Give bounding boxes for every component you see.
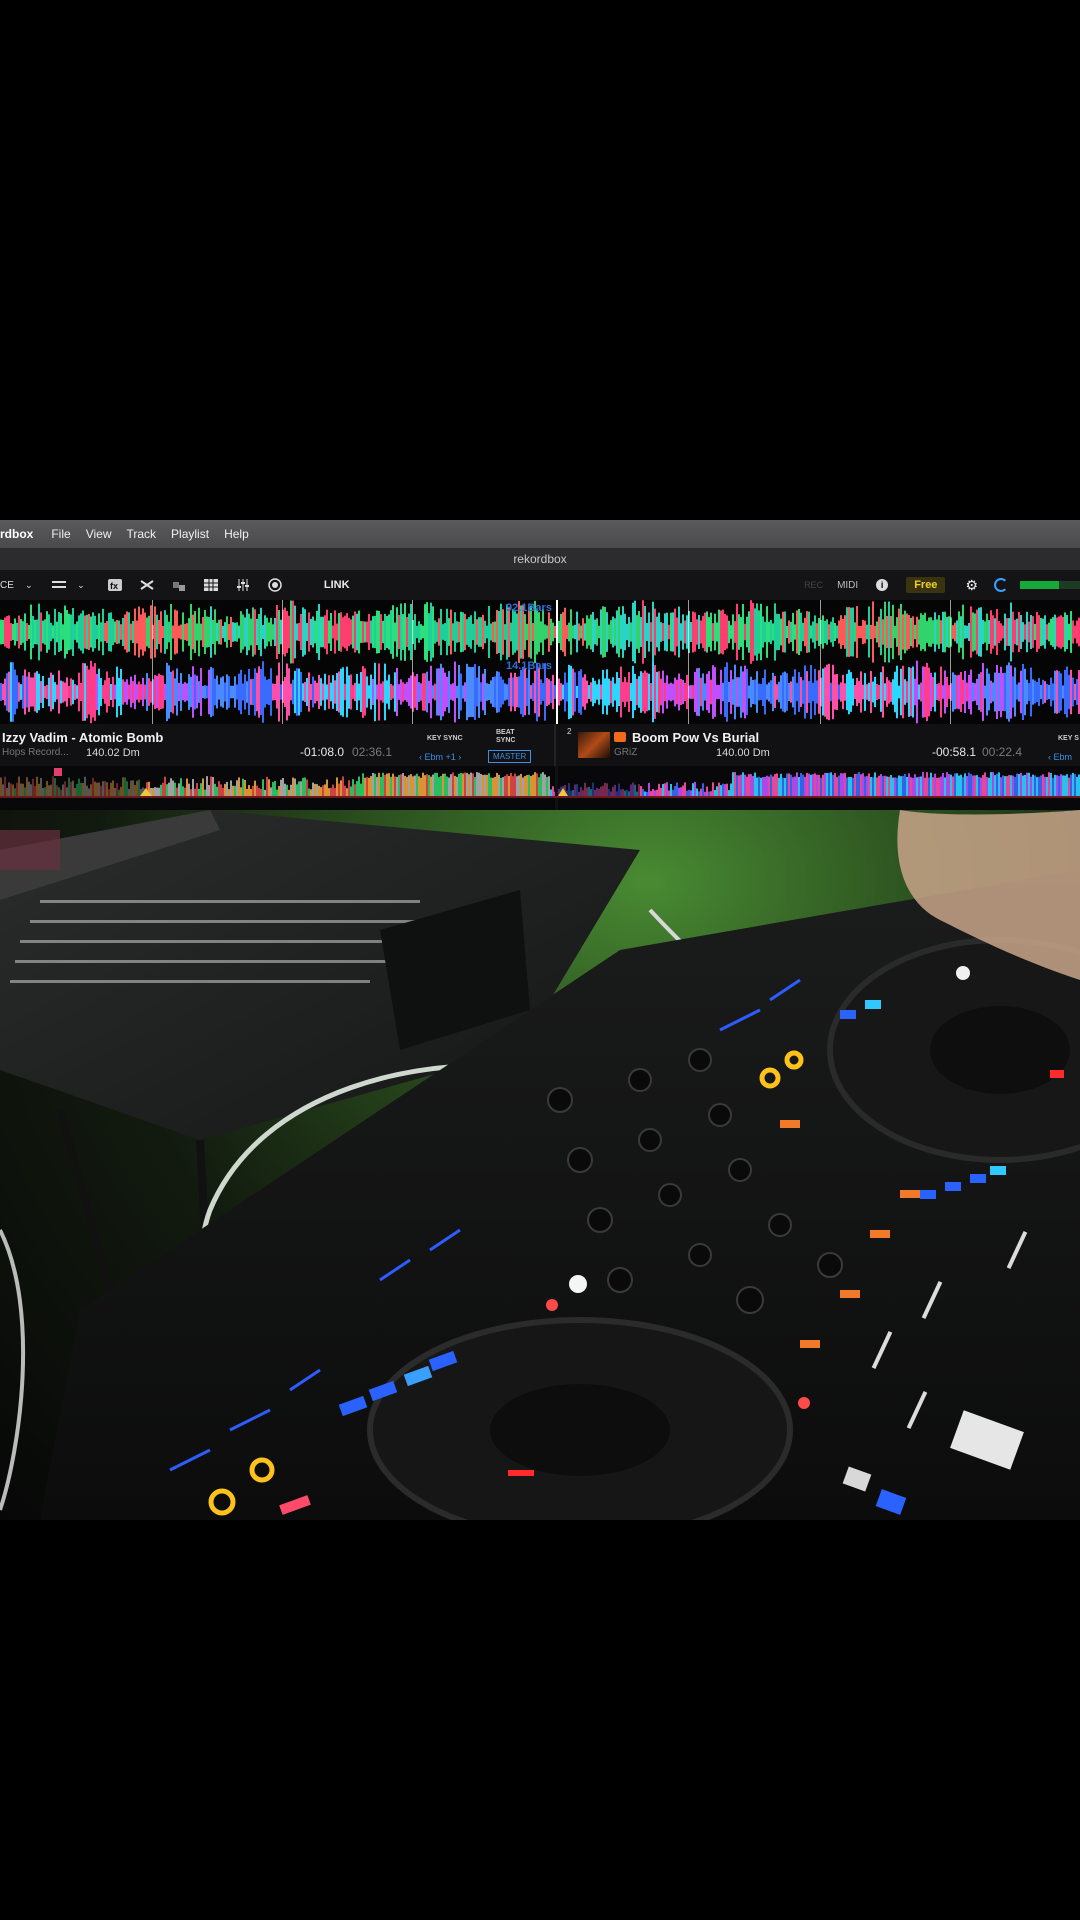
free-plan-badge[interactable]: Free <box>906 577 946 593</box>
deck2-time-elapsed: 00:22.4 <box>982 745 1023 759</box>
dj-setup-illustration <box>0 810 1080 1520</box>
deck2-key-sync-button[interactable]: KEY S <box>1058 735 1079 743</box>
deck1-master-button[interactable]: MASTER <box>488 750 532 763</box>
deck1-bpm-key: 140.02 Dm <box>86 747 140 759</box>
midi-button[interactable]: MIDI <box>837 580 858 591</box>
deck1-key-shift[interactable]: ‹ Ebm +1 › <box>419 752 461 762</box>
sync-spinner-icon <box>994 578 1008 592</box>
level-meter-icon <box>1020 581 1080 589</box>
track-overview[interactable] <box>0 766 1080 810</box>
deck2-bpm-key: 140.00 Dm <box>716 747 770 759</box>
deck2-artwork <box>578 732 610 758</box>
menu-file[interactable]: File <box>51 527 70 541</box>
info-icon[interactable]: i <box>876 579 889 591</box>
shuffle-icon[interactable] <box>138 576 156 594</box>
menu-view[interactable]: View <box>86 527 112 541</box>
record-icon[interactable] <box>266 576 284 594</box>
dj-setup-photo <box>0 810 1080 1520</box>
chevron-down-icon[interactable]: ⌄ <box>72 576 90 594</box>
menu-track[interactable]: Track <box>126 527 156 541</box>
deck2-title: Boom Pow Vs Burial <box>632 730 760 745</box>
deck1-label: Hops Record... <box>2 747 69 758</box>
deck1-time-elapsed: 02:36.1 <box>352 745 393 759</box>
link-button[interactable]: LINK <box>324 579 350 591</box>
deck2-artist: GRiZ <box>614 747 638 758</box>
toolbar: CE ⌄ ⌄ fx LINK REC MIDI i Free ⚙ <box>0 570 1080 600</box>
deck-info-bar: Izzy Vadim - Atomic Bomb Hops Record... … <box>0 724 1080 766</box>
deck1-title: Izzy Vadim - Atomic Bomb <box>2 730 164 745</box>
soundcloud-icon <box>614 732 626 742</box>
layout-icon[interactable] <box>50 576 68 594</box>
video-frame: rdbox File View Track Playlist Help reko… <box>0 0 1080 1920</box>
deck2-key-shift[interactable]: ‹ Ebm <box>1048 752 1072 762</box>
gear-icon[interactable]: ⚙ <box>965 577 978 594</box>
deck1-time-remaining: -01:08.0 <box>300 745 345 759</box>
deck2-info: 2 Boom Pow Vs Burial GRiZ 140.00 Dm -00:… <box>558 724 1080 766</box>
rekordbox-window: rdbox File View Track Playlist Help reko… <box>0 520 1080 810</box>
deck2-number: 2 <box>567 727 572 736</box>
fx-icon[interactable]: fx <box>106 576 124 594</box>
deck1-bars-label: 92.1Bars <box>506 602 552 614</box>
deck1-key-sync-button[interactable]: KEY SYNC <box>427 735 463 743</box>
overview-svg <box>0 766 1080 810</box>
chevron-down-icon[interactable]: ⌄ <box>20 576 38 594</box>
waveform-display[interactable]: 92.1Bars 14.1Bars <box>0 600 1080 724</box>
svg-text:fx: fx <box>110 581 118 591</box>
sampler-icon[interactable] <box>170 576 188 594</box>
grid-icon[interactable] <box>202 576 220 594</box>
mixer-icon[interactable] <box>234 576 252 594</box>
deck1-beat-sync-button[interactable]: BEAT SYNC <box>496 729 518 745</box>
window-title: rekordbox <box>0 548 1080 570</box>
deck1-info: Izzy Vadim - Atomic Bomb Hops Record... … <box>0 724 556 766</box>
mode-label[interactable]: CE <box>0 580 14 591</box>
menu-playlist[interactable]: Playlist <box>171 527 209 541</box>
menu-help[interactable]: Help <box>224 527 249 541</box>
macos-menubar: rdbox File View Track Playlist Help <box>0 520 1080 548</box>
rec-label[interactable]: REC <box>804 580 823 590</box>
deck2-time-remaining: -00:58.1 <box>932 745 977 759</box>
toolbar-right: REC MIDI i Free ⚙ <box>804 570 1080 600</box>
menu-app-name[interactable]: rdbox <box>0 527 33 541</box>
deck2-bars-label: 14.1Bars <box>506 660 552 672</box>
